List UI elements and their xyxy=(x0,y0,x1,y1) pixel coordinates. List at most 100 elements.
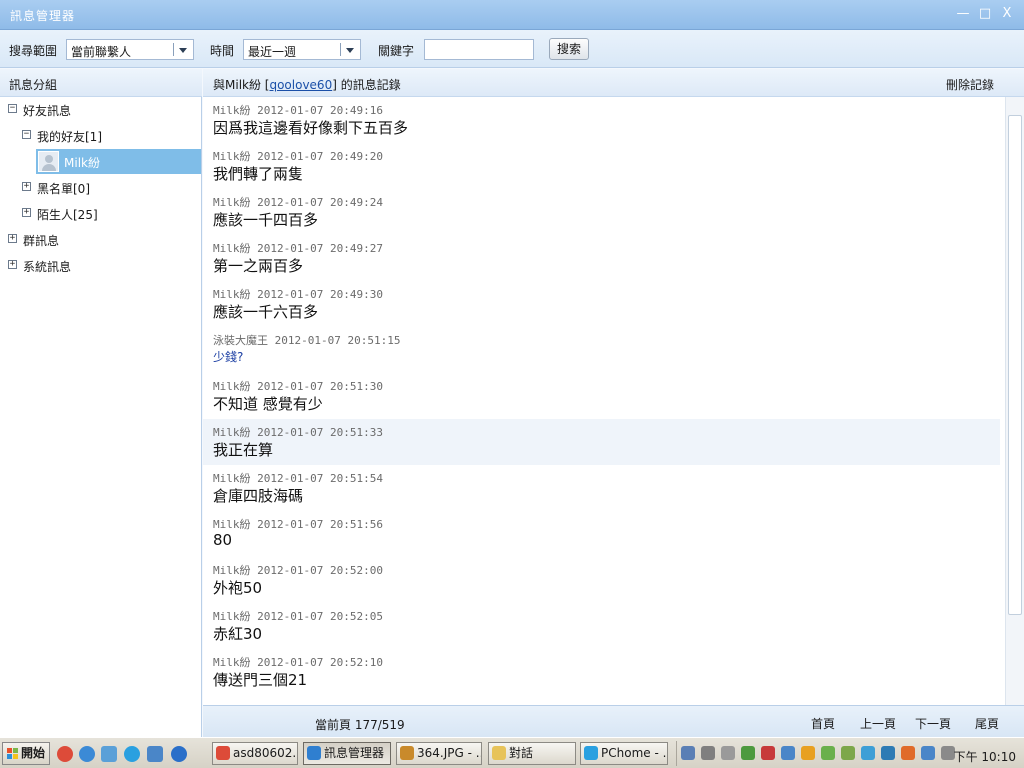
message-list[interactable]: Milk紛 2012-01-07 20:49:16 因爲我這邊看好像剩下五百多 … xyxy=(203,97,1005,705)
tree-item-label: 陌生人[25] xyxy=(37,208,98,222)
message-item[interactable]: Milk紛 2012-01-07 20:51:30 不知道 感覺有少 xyxy=(203,373,1000,419)
start-button[interactable]: 開始 xyxy=(2,742,50,765)
qq-manager-icon[interactable] xyxy=(101,746,117,762)
message-text: 我正在算 xyxy=(213,441,274,459)
message-item[interactable]: Milk紛 2012-01-07 20:52:00 外袍50 xyxy=(203,557,1000,603)
message-item[interactable]: Milk紛 2012-01-07 20:52:05 赤紅30 xyxy=(203,603,1000,649)
tray-app-icon[interactable] xyxy=(881,746,895,760)
qq-icon[interactable] xyxy=(147,746,163,762)
group-tree-header: 訊息分組 xyxy=(0,69,202,97)
qq-icon xyxy=(307,746,321,760)
folder-icon xyxy=(492,746,506,760)
message-item[interactable]: Milk紛 2012-01-07 20:52:10 傳送門三個21 xyxy=(203,649,1000,695)
tray-app-icon[interactable] xyxy=(721,746,735,760)
tray-app-icon[interactable] xyxy=(761,746,775,760)
last-page-button[interactable]: 尾頁 xyxy=(975,715,999,732)
chevron-down-icon xyxy=(179,48,187,53)
close-button[interactable]: X xyxy=(1000,6,1014,22)
tray-app-icon[interactable] xyxy=(821,746,835,760)
message-scrollbar[interactable] xyxy=(1005,97,1024,705)
clock: 下午 10:10 xyxy=(953,750,1016,764)
keyword-input[interactable] xyxy=(424,39,534,60)
message-text: 80 xyxy=(213,531,233,549)
tree-item-contact-selected[interactable]: Milk紛 xyxy=(36,149,201,174)
tree-item-blacklist[interactable]: + 黑名單[0] xyxy=(22,175,198,201)
tray-app-icon[interactable] xyxy=(901,746,915,760)
conversation-title: 與Milk紛 [qoolove60] 的訊息記錄 xyxy=(213,78,401,92)
expand-icon[interactable]: + xyxy=(22,208,31,217)
message-item[interactable]: Milk紛 2012-01-07 20:49:27 第一之兩百多 xyxy=(203,235,1000,281)
message-meta: Milk紛 2012-01-07 20:51:30 xyxy=(213,380,383,393)
message-text: 應該一千六百多 xyxy=(213,303,319,321)
prev-page-button[interactable]: 上一頁 xyxy=(860,715,896,732)
conversation-header: 與Milk紛 [qoolove60] 的訊息記錄 刪除記錄 xyxy=(203,69,1024,97)
maximize-button[interactable]: □ xyxy=(978,6,992,22)
tray-app-icon[interactable] xyxy=(741,746,755,760)
task-image-viewer[interactable]: 364.JPG - ... xyxy=(396,742,482,765)
message-meta: Milk紛 2012-01-07 20:52:00 xyxy=(213,564,383,577)
tree-item-label: 好友訊息 xyxy=(23,104,72,118)
minimize-button[interactable]: — xyxy=(956,6,970,22)
message-item[interactable]: Milk紛 2012-01-07 20:49:16 因爲我這邊看好像剩下五百多 xyxy=(203,97,1000,143)
time-label: 時間 xyxy=(210,44,235,58)
window-controls: — □ X xyxy=(956,6,1014,22)
task-browser[interactable]: PChome - ... xyxy=(580,742,668,765)
collapse-icon[interactable]: − xyxy=(8,104,17,113)
message-text: 不知道 感覺有少 xyxy=(213,395,323,413)
message-text: 第一之兩百多 xyxy=(213,257,304,275)
delete-history-button[interactable]: 刪除記錄 xyxy=(946,76,994,93)
message-item[interactable]: Milk紛 2012-01-07 20:51:54 倉庫四肢海碼 xyxy=(203,465,1000,511)
scrollbar-thumb[interactable] xyxy=(1008,115,1022,615)
contact-id-link[interactable]: qoolove60 xyxy=(269,78,332,92)
group-tree-panel: 訊息分組 − 好友訊息 − 我的好友[1] Milk紛 + 黑名單[0] + 陌… xyxy=(0,69,202,737)
chrome-icon[interactable] xyxy=(57,746,73,762)
next-page-button[interactable]: 下一頁 xyxy=(915,715,951,732)
chrome-icon xyxy=(216,746,230,760)
message-item[interactable]: Milk紛 2012-01-07 20:51:56 80 xyxy=(203,511,1000,557)
task-message-manager[interactable]: 訊息管理器 xyxy=(303,742,391,765)
tree-item-group-messages[interactable]: + 群訊息 xyxy=(8,227,198,253)
task-chrome[interactable]: asd80602... xyxy=(212,742,298,765)
tray-app-icon[interactable] xyxy=(701,746,715,760)
message-item-self[interactable]: 泳裝大魔王 2012-01-07 20:51:15 少錢? xyxy=(203,327,1000,373)
message-item[interactable]: Milk紛 2012-01-07 20:49:24 應該一千四百多 xyxy=(203,189,1000,235)
tray-app-icon[interactable] xyxy=(681,746,695,760)
penguin-icon[interactable] xyxy=(801,746,815,760)
expand-icon[interactable]: + xyxy=(8,234,17,243)
scope-select[interactable]: 當前聯繫人 xyxy=(66,39,194,60)
scope-label: 搜尋範圍 xyxy=(9,44,58,58)
collapse-icon[interactable]: − xyxy=(22,130,31,139)
title-bar: 訊息管理器 — □ X xyxy=(0,0,1024,30)
message-meta: Milk紛 2012-01-07 20:51:33 xyxy=(213,426,383,439)
expand-icon[interactable]: + xyxy=(22,182,31,191)
ie-icon[interactable] xyxy=(171,746,187,762)
group-tree-title: 訊息分組 xyxy=(9,78,58,92)
message-meta: Milk紛 2012-01-07 20:49:27 xyxy=(213,242,383,255)
message-text: 赤紅30 xyxy=(213,625,263,643)
message-meta: Milk紛 2012-01-07 20:52:05 xyxy=(213,610,383,623)
tree-item-system-messages[interactable]: + 系統訊息 xyxy=(8,253,198,279)
tree-item-strangers[interactable]: + 陌生人[25] xyxy=(22,201,198,227)
skype-icon[interactable] xyxy=(124,746,140,762)
expand-icon[interactable]: + xyxy=(8,260,17,269)
start-label: 開始 xyxy=(21,746,46,760)
message-item[interactable]: Milk紛 2012-01-07 20:49:20 我們轉了兩隻 xyxy=(203,143,1000,189)
qq-icon[interactable] xyxy=(781,746,795,760)
task-folder[interactable]: 對話 xyxy=(488,742,576,765)
tray-app-icon[interactable] xyxy=(841,746,855,760)
time-value: 最近一週 xyxy=(248,45,297,59)
image-viewer-icon xyxy=(400,746,414,760)
tree-item-friend-messages[interactable]: − 好友訊息 xyxy=(8,97,198,123)
first-page-button[interactable]: 首頁 xyxy=(811,715,835,732)
message-text: 少錢? xyxy=(213,350,244,364)
media-player-icon[interactable] xyxy=(79,746,95,762)
qq-icon[interactable] xyxy=(921,746,935,760)
message-meta: Milk紛 2012-01-07 20:51:56 xyxy=(213,518,383,531)
tray-app-icon[interactable] xyxy=(861,746,875,760)
tree-item-my-friends[interactable]: − 我的好友[1] xyxy=(22,123,198,149)
message-item[interactable]: Milk紛 2012-01-07 20:49:30 應該一千六百多 xyxy=(203,281,1000,327)
message-item-hovered[interactable]: Milk紛 2012-01-07 20:51:33 我正在算 xyxy=(203,419,1000,465)
scope-value: 當前聯繫人 xyxy=(71,45,132,59)
search-button[interactable]: 搜索 xyxy=(549,38,589,60)
time-select[interactable]: 最近一週 xyxy=(243,39,361,60)
